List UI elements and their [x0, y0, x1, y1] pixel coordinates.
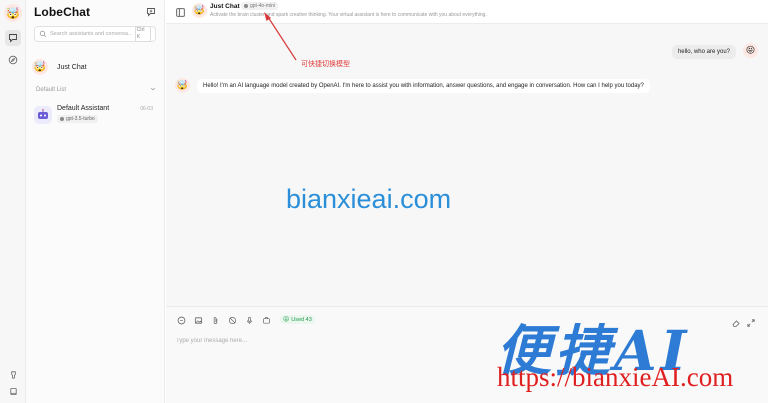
avatar[interactable]: 😝: [743, 43, 758, 58]
session-sidebar: LobeChat Ctrl K 🤯 Just Chat Default List…: [26, 0, 165, 403]
chat-icon[interactable]: [5, 30, 21, 46]
image-icon[interactable]: [193, 315, 203, 325]
session-just-chat[interactable]: 🤯 Just Chat: [32, 56, 159, 78]
session-default-assistant[interactable]: Default Assistant gpt-3.5-turbo 06-03: [32, 104, 159, 130]
page-title: Just Chat: [210, 3, 240, 10]
paperclip-icon[interactable]: [210, 315, 220, 325]
avatar[interactable]: 🤯: [175, 78, 190, 93]
token-usage-badge[interactable]: 😝 Used 43: [280, 315, 315, 324]
no-network-icon[interactable]: [227, 315, 237, 325]
search-shortcut: Ctrl K: [134, 26, 151, 42]
avatar[interactable]: 🤯: [192, 3, 207, 18]
expand-icon[interactable]: [746, 315, 756, 327]
robot-icon: [34, 106, 52, 124]
book-icon[interactable]: [7, 385, 19, 397]
model-switch-button[interactable]: gpt-4o-mini: [241, 2, 279, 10]
search-box[interactable]: Ctrl K: [34, 26, 156, 42]
chat-area: hello, who are you? 😝 🤯 Hello! I'm an AI…: [166, 24, 768, 306]
avatar: 🤯: [32, 59, 48, 75]
chevron-down-icon[interactable]: [150, 86, 156, 94]
chat-header: 🤯 Just Chat gpt-4o-mini Activate the bra…: [166, 0, 768, 24]
session-title: Default Assistant: [57, 105, 110, 112]
compass-icon[interactable]: [5, 52, 21, 68]
nav-rail: 🤯: [0, 0, 26, 403]
user-message: hello, who are you?: [671, 45, 736, 59]
user-avatar[interactable]: 🤯: [4, 4, 22, 22]
model-icon[interactable]: [176, 315, 186, 325]
plugin-icon[interactable]: [261, 315, 271, 325]
erase-icon[interactable]: [731, 315, 741, 327]
search-icon: [39, 30, 47, 38]
mic-icon[interactable]: [244, 315, 254, 325]
group-label: Default List: [36, 87, 67, 93]
session-title: Just Chat: [57, 63, 87, 71]
github-icon[interactable]: [7, 368, 19, 380]
watermark-text: bianxieai.com: [286, 184, 452, 214]
assistant-description: Activate the brain cluster and spark cre…: [210, 12, 487, 18]
assistant-message: Hello! I'm an AI language model created …: [197, 79, 650, 93]
search-input[interactable]: [50, 31, 135, 37]
session-date: 06-03: [140, 106, 153, 112]
annotation-label: 可快捷切换模型: [301, 60, 350, 68]
new-chat-icon[interactable]: [144, 5, 158, 19]
panel-toggle-icon[interactable]: [175, 5, 186, 17]
watermark-url: https://bianxieAI.com: [497, 362, 734, 392]
brand-title: LobeChat: [34, 5, 91, 19]
model-tag: gpt-3.5-turbo: [57, 115, 98, 123]
